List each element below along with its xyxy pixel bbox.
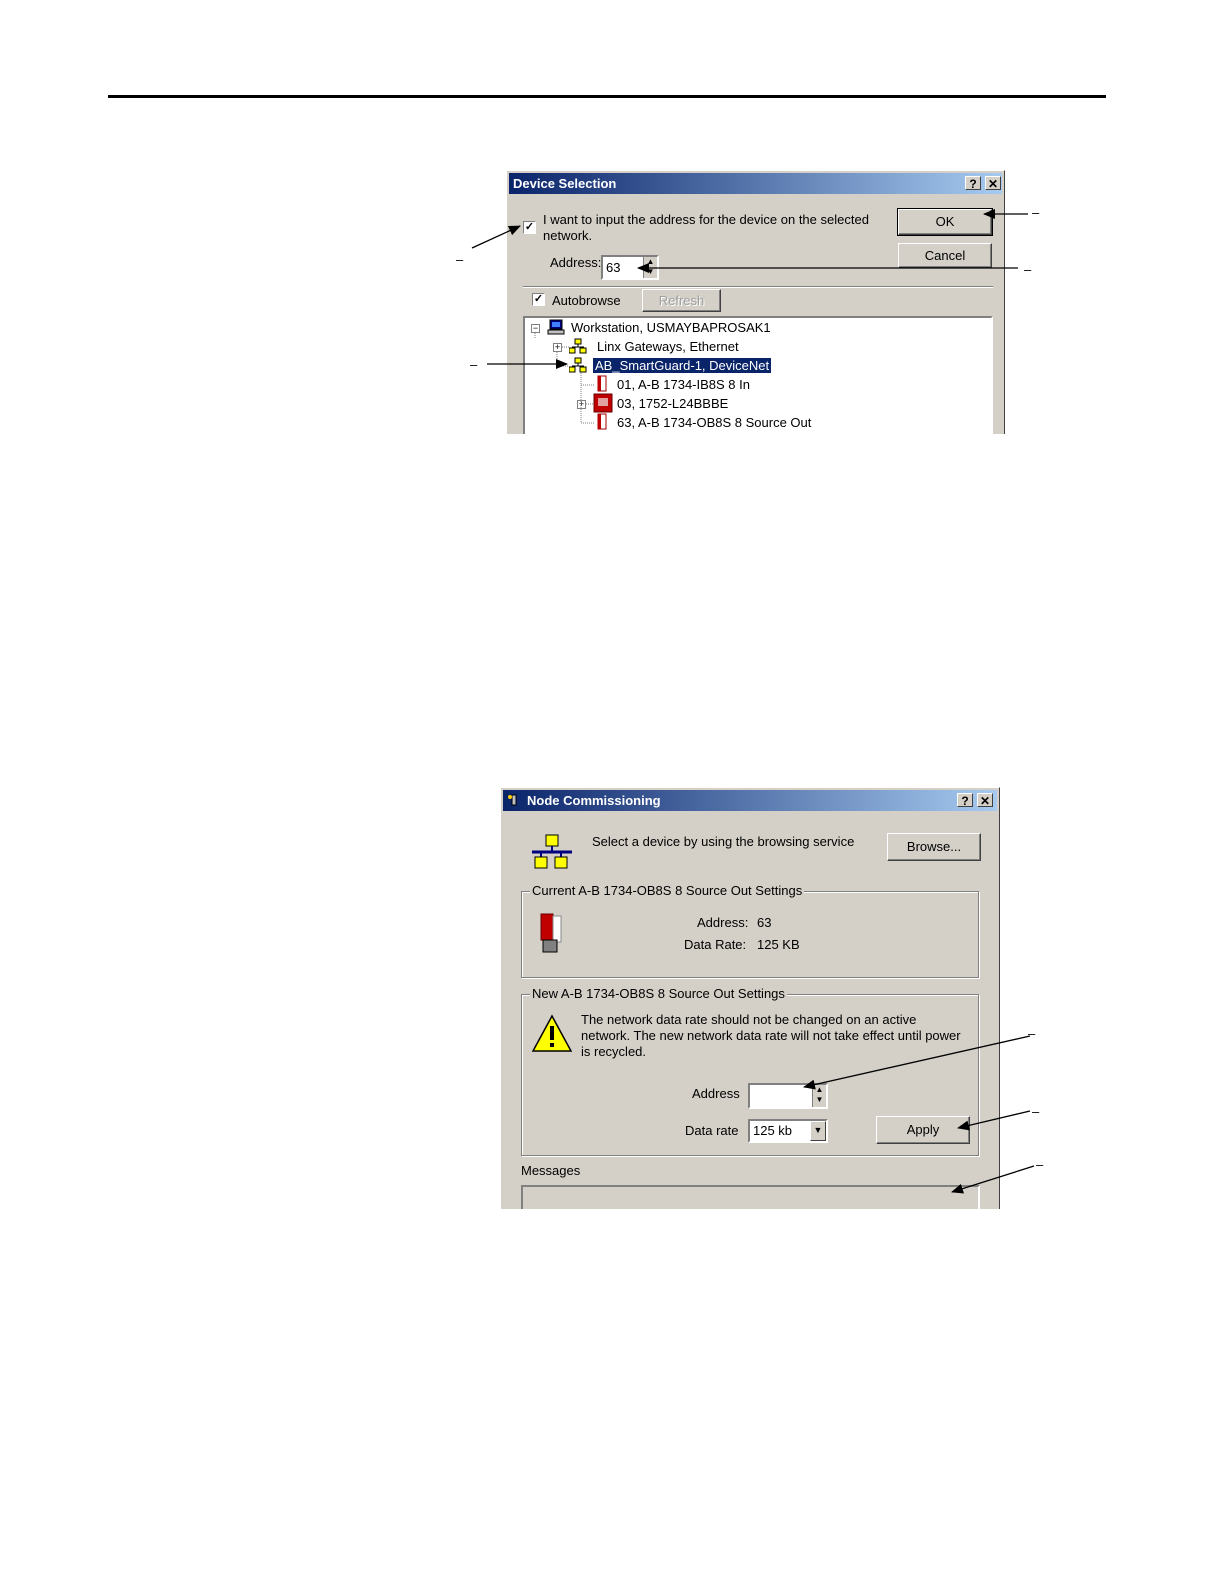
callout-apply: – xyxy=(1032,1104,1040,1119)
callout-checkbox: – xyxy=(456,252,464,267)
callout-arrow-checkbox xyxy=(471,225,521,249)
callout-ok: – xyxy=(1032,205,1040,220)
callout-address: – xyxy=(1024,262,1032,277)
callout-messages: – xyxy=(1036,1157,1044,1172)
callout-network: – xyxy=(470,357,478,372)
callout-arrow-apply xyxy=(957,1110,1031,1131)
callout-new-address: – xyxy=(1028,1026,1036,1041)
callout-arrows xyxy=(471,209,1035,1194)
callout-arrow-messages xyxy=(951,1165,1035,1194)
callout-arrow-new-address xyxy=(803,1035,1031,1090)
